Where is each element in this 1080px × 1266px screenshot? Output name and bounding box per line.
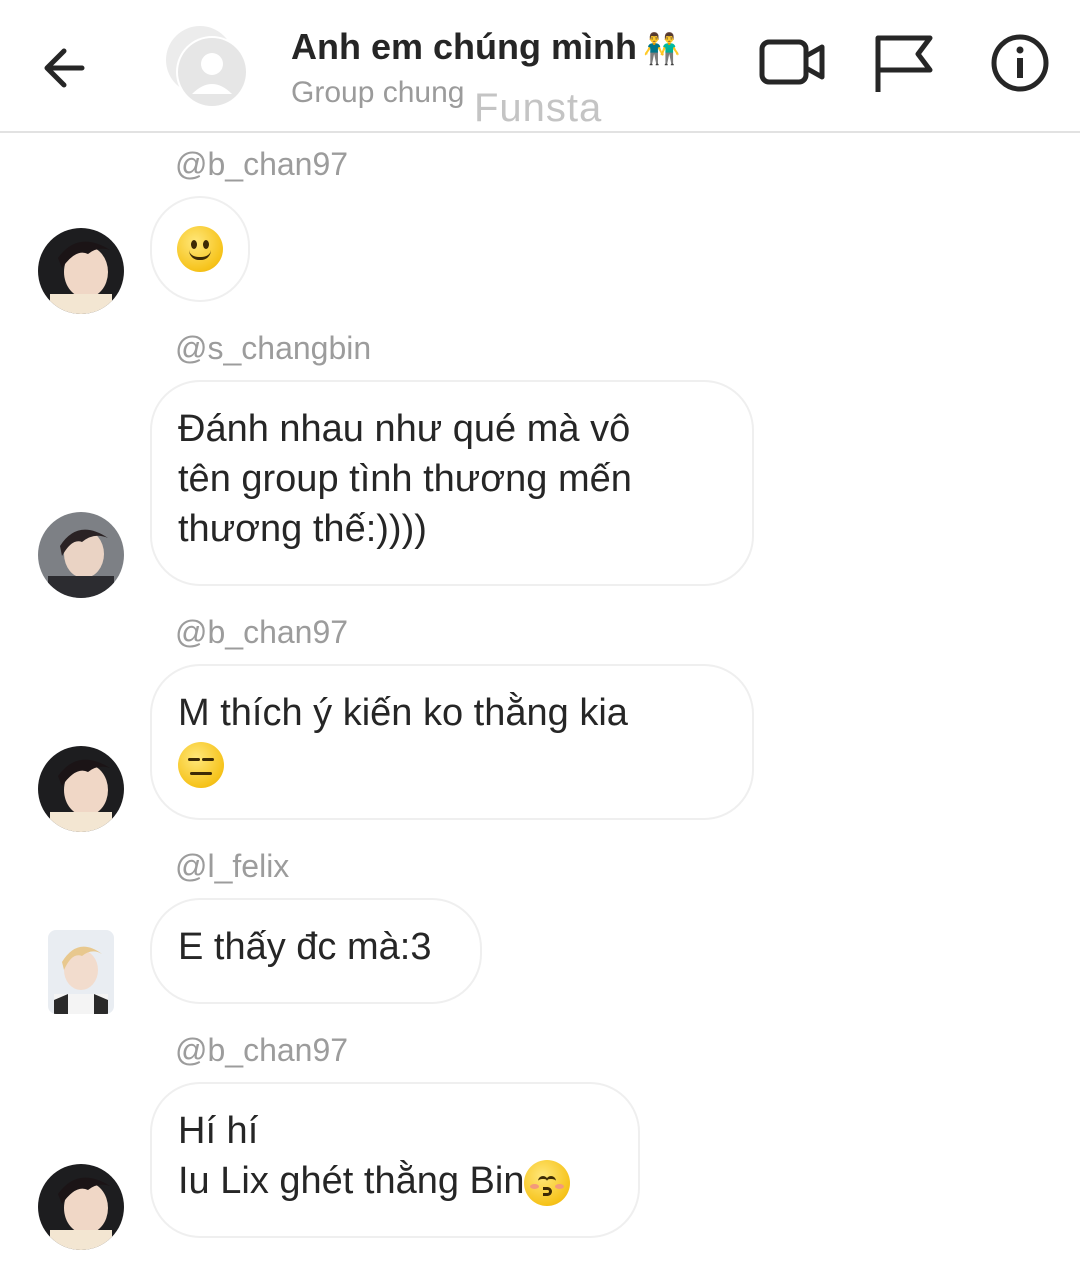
chat-title[interactable]: Anh em chúng mình 👬	[291, 26, 680, 68]
flag-icon[interactable]	[868, 30, 940, 96]
message-text-line: M thích ý kiến ko thằng kia	[178, 692, 628, 734]
message-sender: @l_felix	[175, 848, 290, 884]
chat-header: Anh em chúng mình 👬 Group chung Funsta	[0, 0, 1080, 133]
video-call-icon[interactable]	[756, 30, 828, 96]
message-sender: @b_chan97	[175, 146, 349, 182]
chat-title-text: Anh em chúng mình	[291, 26, 637, 67]
back-arrow-icon[interactable]	[36, 38, 96, 98]
avatar-l-felix[interactable]	[48, 930, 114, 1014]
avatar-b-chan97[interactable]	[38, 228, 124, 314]
avatar-s-changbin[interactable]	[38, 512, 124, 598]
group-avatar-icon[interactable]	[160, 22, 252, 110]
kissing-face-smiling-eyes-emoji	[524, 1159, 571, 1206]
info-icon[interactable]	[984, 30, 1056, 96]
message-bubble[interactable]: M thích ý kiến ko thằng kia	[150, 664, 754, 820]
message-text-line: E thấy đc mà:3	[178, 926, 432, 968]
slightly-smiling-face-emoji	[177, 226, 223, 272]
avatar-b-chan97[interactable]	[38, 1164, 124, 1250]
two-men-holding-hands-emoji: 👬	[643, 33, 681, 66]
message-sender: @b_chan97	[175, 614, 349, 650]
message-bubble[interactable]: Hí hí Iu Lix ghét thằng Bin	[150, 1082, 640, 1238]
chat-screen: Anh em chúng mình 👬 Group chung Funsta @b…	[0, 0, 1080, 1266]
message-emoji-line	[178, 738, 726, 788]
message-bubble[interactable]: Đánh nhau như qué mà vô tên group tình t…	[150, 380, 754, 586]
message-bubble[interactable]: E thấy đc mà:3	[150, 898, 482, 1004]
message-sender: @s_changbin	[175, 330, 372, 366]
funsta-watermark: Funsta	[474, 86, 603, 130]
message-text-line: Iu Lix ghét thằng Bin	[178, 1156, 612, 1206]
message-text-line: thương thế:))))	[178, 508, 427, 550]
message-text-line: tên group tình thương mến	[178, 458, 632, 500]
expressionless-face-emoji	[178, 741, 224, 788]
message-sender: @b_chan97	[175, 1032, 349, 1068]
message-bubble[interactable]	[150, 196, 250, 302]
avatar-b-chan97[interactable]	[38, 746, 124, 832]
chat-subtitle: Group chung	[291, 76, 465, 109]
message-text-line: Hí hí	[178, 1110, 259, 1152]
message-text: Iu Lix ghét thằng Bin	[178, 1160, 525, 1202]
message-text-line: Đánh nhau như qué mà vô	[178, 408, 631, 450]
